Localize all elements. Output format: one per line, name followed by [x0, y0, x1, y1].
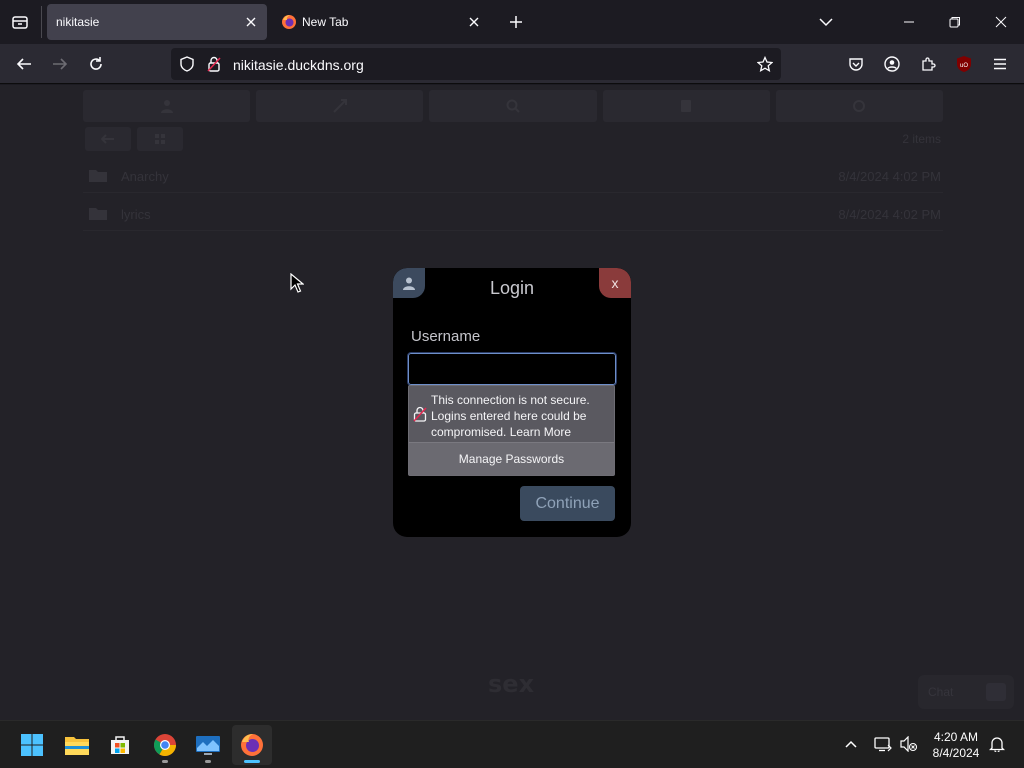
- file-meta: 8/4/2024 4:02 PM: [838, 207, 941, 222]
- url-text[interactable]: nikitasie.duckdns.org: [233, 57, 364, 73]
- restore-icon[interactable]: [932, 0, 978, 44]
- manage-passwords-button[interactable]: Manage Passwords: [409, 443, 614, 475]
- search-toolbar-button: [429, 90, 597, 122]
- file-browser-toolbar: [83, 90, 944, 122]
- file-browser-subbar: 2 items: [83, 127, 943, 153]
- remote-desktop-icon: [196, 736, 220, 755]
- ublock-badge: uO: [960, 63, 968, 69]
- chrome-icon: [154, 734, 176, 756]
- file-meta: 8/4/2024 4:02 PM: [838, 169, 941, 184]
- menu-hamburger-icon[interactable]: [984, 48, 1016, 80]
- new-tab-icon[interactable]: [502, 8, 530, 36]
- minimize-icon[interactable]: [886, 0, 932, 44]
- star-bookmark-icon[interactable]: [757, 56, 773, 72]
- learn-more-link[interactable]: Learn More: [510, 425, 571, 439]
- file-row: Anarchy 8/4/2024 4:02 PM: [83, 159, 943, 193]
- file-count: 2 items: [902, 132, 941, 146]
- ublock-origin-icon[interactable]: uO: [948, 48, 980, 80]
- chat-widget: Chat: [918, 675, 1014, 709]
- login-toolbar-button: [83, 90, 251, 122]
- firefox-icon: [282, 15, 296, 29]
- tab-separator: [41, 6, 42, 38]
- windows-start-icon: [21, 734, 43, 756]
- back-icon[interactable]: [8, 48, 40, 80]
- reload-icon[interactable]: [80, 48, 112, 80]
- file-name: lyrics: [121, 207, 151, 222]
- volume-muted-icon[interactable]: [898, 733, 920, 755]
- file-name: Anarchy: [121, 169, 169, 184]
- network-icon[interactable]: [872, 733, 894, 755]
- file-explorer-button[interactable]: [57, 725, 97, 765]
- file-row: lyrics 8/4/2024 4:02 PM: [83, 197, 943, 231]
- insecure-lock-icon: [413, 406, 427, 422]
- firefox-button[interactable]: [232, 725, 272, 765]
- tab-new-tab[interactable]: New Tab: [272, 4, 490, 40]
- grid-view-icon: [137, 127, 183, 151]
- microsoft-store-button[interactable]: [100, 725, 140, 765]
- close-tab-icon[interactable]: [241, 12, 261, 32]
- share-toolbar-button: [256, 90, 424, 122]
- insecure-lock-icon[interactable]: [206, 56, 222, 72]
- window-close-icon[interactable]: [978, 0, 1024, 44]
- site-brand: sex: [488, 670, 535, 698]
- firefox-icon: [241, 734, 263, 756]
- extensions-icon[interactable]: [912, 48, 944, 80]
- tab-nikitasie[interactable]: nikitasie: [47, 4, 267, 40]
- insecure-warning-text: This connection is not secure. Logins en…: [431, 392, 611, 440]
- account-icon[interactable]: [876, 48, 908, 80]
- tab-label: nikitasie: [56, 15, 100, 29]
- username-label: Username: [411, 328, 481, 345]
- tab-label: New Tab: [302, 15, 349, 29]
- url-bar[interactable]: nikitasie.duckdns.org: [171, 48, 781, 80]
- notification-bell-icon[interactable]: [986, 733, 1008, 755]
- navigation-toolbar: nikitasie.duckdns.org uO: [0, 44, 1024, 84]
- back-folder-icon: [85, 127, 131, 151]
- folder-icon: [65, 737, 89, 755]
- settings-toolbar-button: [775, 90, 944, 122]
- mouse-cursor-icon: [290, 273, 304, 293]
- folder-icon: [89, 208, 107, 220]
- clock-time: 4:20 AM: [933, 730, 979, 744]
- clock-date: 8/4/2024: [932, 746, 980, 760]
- remote-app-button[interactable]: [188, 725, 228, 765]
- folder-icon: [89, 170, 107, 182]
- continue-button[interactable]: Continue: [520, 486, 615, 521]
- tab-strip: nikitasie New Tab: [0, 0, 1024, 44]
- pocket-icon[interactable]: [840, 48, 872, 80]
- username-input[interactable]: [407, 352, 617, 386]
- chrome-button[interactable]: [145, 725, 185, 765]
- password-autocomplete-popup: This connection is not secure. Logins en…: [408, 385, 615, 476]
- store-icon: [111, 736, 129, 754]
- system-clock[interactable]: 4:20 AM 8/4/2024: [926, 729, 986, 761]
- close-tab-icon[interactable]: [464, 12, 484, 32]
- windows-taskbar: 4:20 AM 8/4/2024: [0, 720, 1024, 768]
- chat-widget-label: Chat: [928, 685, 954, 699]
- dialog-title: Login: [489, 278, 535, 298]
- upload-toolbar-button: [602, 90, 770, 122]
- active-indicator: [244, 760, 260, 763]
- running-indicator: [162, 760, 168, 763]
- running-indicator: [205, 760, 211, 763]
- chevron-down-icon[interactable]: [812, 8, 840, 36]
- tab-list-icon[interactable]: [0, 0, 40, 44]
- chat-icon: [986, 683, 1006, 701]
- forward-icon[interactable]: [44, 48, 76, 80]
- insecure-login-warning: This connection is not secure. Logins en…: [409, 386, 614, 442]
- start-button[interactable]: [12, 725, 52, 765]
- chevron-up-icon[interactable]: [840, 733, 862, 755]
- shield-icon[interactable]: [179, 56, 195, 72]
